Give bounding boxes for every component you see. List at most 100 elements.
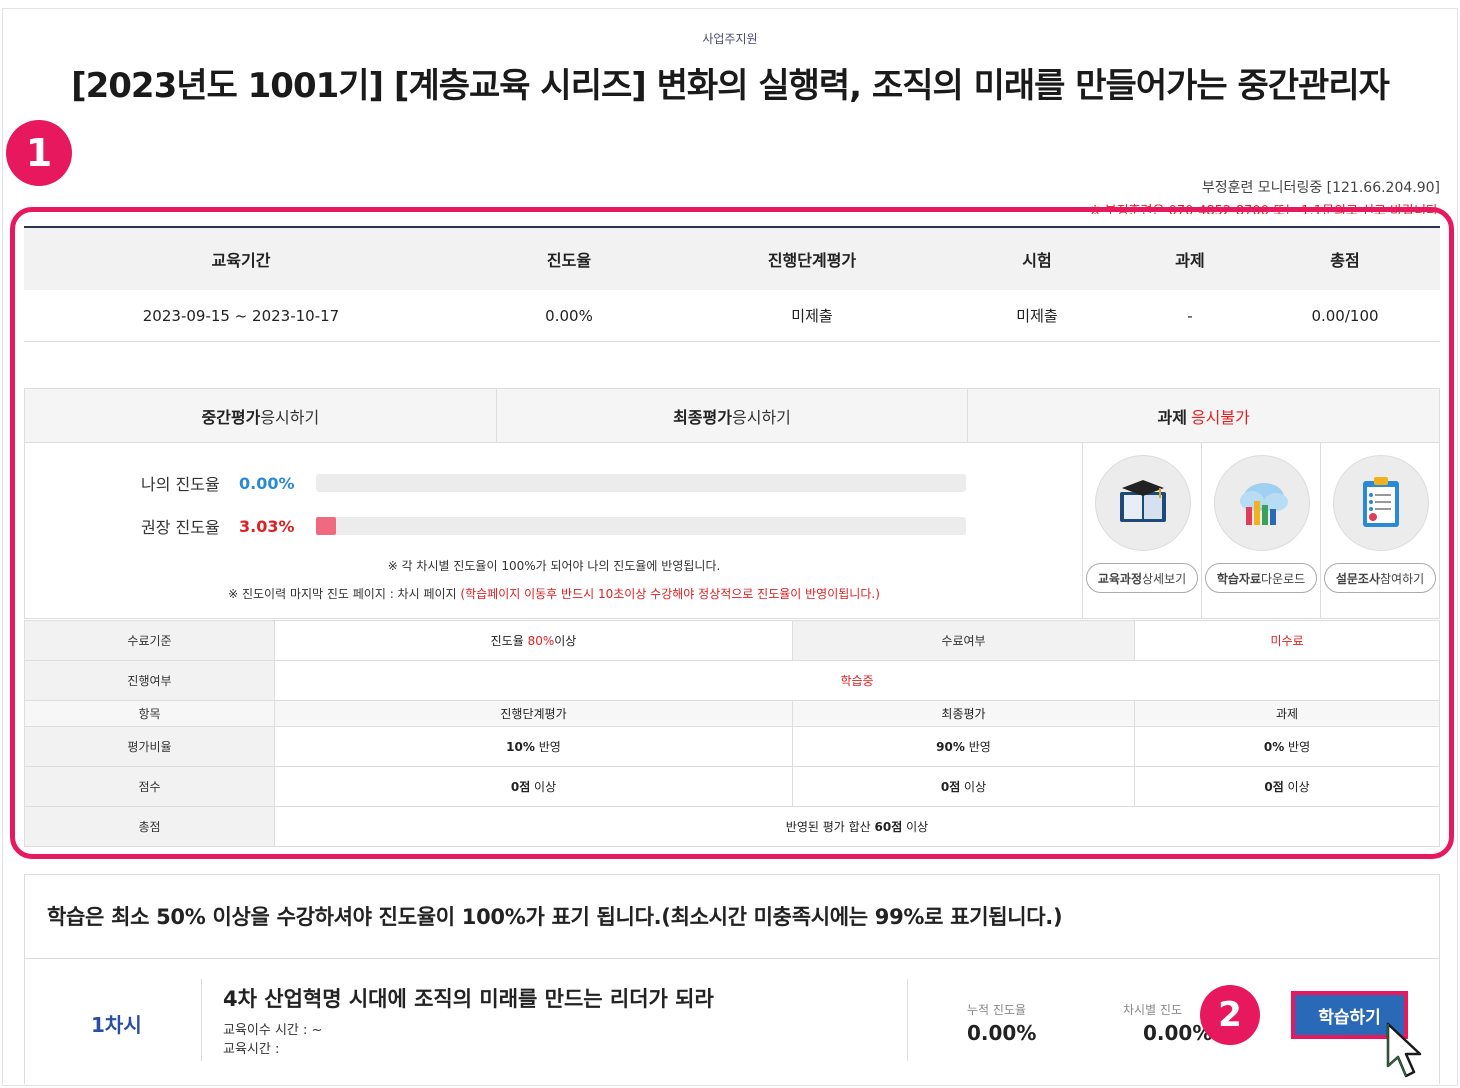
material-download-button[interactable]: 학습자료 다운로드 bbox=[1205, 563, 1317, 593]
criteria-row-progress: 진행여부 학습중 bbox=[24, 660, 1440, 701]
completion-criteria-table: 수료기준 진도율 80%이상 수료여부 미수료 진행여부 학습중 항목 진행단계… bbox=[24, 620, 1440, 847]
assignment-label: 과제 bbox=[1157, 407, 1187, 427]
recommended-progress-label: 권장 진도율 bbox=[141, 518, 220, 537]
cumulative-progress-value: 0.00% bbox=[967, 1021, 1037, 1045]
score-final-eval-suffix: 이상 bbox=[960, 780, 987, 794]
course-detail-button[interactable]: 교육과정 상세보기 bbox=[1086, 563, 1198, 593]
resource-material-download: 학습자료 다운로드 bbox=[1201, 443, 1320, 618]
book-icon[interactable] bbox=[1095, 455, 1191, 551]
items-label: 항목 bbox=[24, 700, 275, 727]
ratio-stage-eval-suffix: 반영 bbox=[534, 740, 561, 754]
score-stage-eval: 0점 이상 bbox=[274, 766, 793, 807]
summary-stage-eval: 미제출 bbox=[791, 307, 833, 325]
final-eval-label: 최종평가 bbox=[673, 407, 732, 427]
material-download-label: 학습자료 bbox=[1216, 571, 1261, 586]
lesson-divider-right bbox=[907, 979, 908, 1061]
item-assignment: 과제 bbox=[1134, 700, 1440, 727]
item-stage-eval: 진행단계평가 bbox=[274, 700, 793, 727]
completion-status-value: 미수료 bbox=[1134, 620, 1440, 661]
total-prefix: 반영된 평가 합산 bbox=[785, 820, 875, 834]
cumulative-progress-label: 누적 진도율 bbox=[967, 1003, 1027, 1017]
my-progress-bar bbox=[316, 474, 966, 492]
lesson-meta: 교육이수 시간 : ~ 교육시간 : bbox=[223, 1021, 322, 1059]
ratio-final-eval: 90% 반영 bbox=[792, 726, 1135, 767]
lesson-title: 4차 산업혁명 시대에 조직의 미래를 만드는 리더가 되라 bbox=[223, 987, 714, 1011]
criteria-row-ratios: 평가비율 10% 반영 90% 반영 0% 반영 bbox=[24, 726, 1440, 767]
ratio-stage-eval-value: 10% bbox=[506, 740, 535, 754]
fraud-report-notice: ※ 부정훈련은 070-4852-8700 또는 1:1문의로 신고 바랍니다 bbox=[1089, 204, 1438, 214]
course-detail-label: 교육과정 bbox=[1097, 571, 1142, 586]
lesson-progress-label: 차시별 진도 bbox=[1123, 1003, 1183, 1017]
completion-criteria-suffix: 이상 bbox=[554, 634, 577, 648]
recommended-progress-row: 권장 진도율 3.03% bbox=[25, 514, 1083, 538]
score-stage-eval-suffix: 이상 bbox=[530, 780, 557, 794]
lesson-edu-time: 교육시간 : bbox=[223, 1042, 280, 1057]
resource-survey: 설문조사 참여하기 bbox=[1320, 443, 1439, 618]
cloud-download-icon[interactable] bbox=[1214, 455, 1310, 551]
criteria-row-scores: 점수 0점 이상 0점 이상 0점 이상 bbox=[24, 766, 1440, 807]
progress-note-2-warning: (학습페이지 이동후 반드시 10초이상 수강해야 정상적으로 진도율이 반영이… bbox=[460, 587, 880, 601]
criteria-row-completion: 수료기준 진도율 80%이상 수료여부 미수료 bbox=[24, 620, 1440, 661]
score-final-eval: 0점 이상 bbox=[792, 766, 1135, 807]
summary-header-period: 교육기간 bbox=[211, 251, 271, 270]
lesson-number: 1차시 bbox=[91, 1013, 142, 1037]
progress-note-2: ※ 진도이력 마지막 진도 페이지 : 차시 페이지 (학습페이지 이동후 반드… bbox=[25, 585, 1083, 602]
clipboard-icon[interactable] bbox=[1333, 455, 1429, 551]
evaluation-tabs: 중간평가 응시하기 최종평가 응시하기 과제 응시불가 bbox=[24, 388, 1440, 443]
progress-notes: ※ 각 차시별 진도율이 100%가 되어야 나의 진도율에 반영됩니다. ※ … bbox=[25, 557, 1083, 613]
summary-progress: 0.00% bbox=[545, 306, 593, 325]
item-final-eval: 최종평가 bbox=[792, 700, 1135, 727]
total-value: 반영된 평가 합산 60점 이상 bbox=[274, 806, 1440, 847]
progress-note-2-prefix: ※ 진도이력 마지막 진도 페이지 : 차시 페이지 bbox=[228, 587, 457, 601]
criteria-row-total: 총점 반영된 평가 합산 60점 이상 bbox=[24, 806, 1440, 847]
ratio-stage-eval: 10% 반영 bbox=[274, 726, 793, 767]
assignment-button[interactable]: 과제 응시불가 bbox=[968, 389, 1439, 442]
my-progress-row: 나의 진도율 0.00% bbox=[25, 471, 1083, 495]
progress-note-1: ※ 각 차시별 진도율이 100%가 되어야 나의 진도율에 반영됩니다. bbox=[387, 559, 721, 573]
survey-button[interactable]: 설문조사 참여하기 bbox=[1324, 563, 1436, 593]
my-progress-label: 나의 진도율 bbox=[141, 475, 220, 494]
ratio-label: 평가비율 bbox=[24, 726, 275, 767]
ratio-assignment-suffix: 반영 bbox=[1284, 740, 1311, 754]
summary-header-exam: 시험 bbox=[1022, 251, 1052, 270]
mid-eval-label: 중간평가 bbox=[201, 407, 261, 427]
completion-status-label: 수료여부 bbox=[792, 620, 1135, 661]
progress-panel: 나의 진도율 0.00% 권장 진도율 3.03% ※ 각 차시별 진도율이 1… bbox=[24, 443, 1082, 619]
summary-value-row: 2023-09-15 ~ 2023-10-17 0.00% 미제출 미제출 - … bbox=[24, 290, 1440, 342]
resource-panel: 교육과정 상세보기 학습자료 다운로드 설문조사 참여하기 bbox=[1082, 443, 1440, 619]
lesson-list: 학습은 최소 50% 이상을 수강하셔야 진도율이 100%가 표기 됩니다.(… bbox=[24, 874, 1440, 1084]
score-assignment-value: 0점 bbox=[1264, 780, 1284, 794]
step-badge-2: 2 bbox=[1200, 985, 1260, 1045]
total-label: 총점 bbox=[24, 806, 275, 847]
ratio-final-eval-value: 90% bbox=[936, 740, 965, 754]
mid-eval-action: 응시하기 bbox=[260, 407, 320, 427]
total-suffix: 이상 bbox=[902, 820, 929, 834]
mid-eval-button[interactable]: 중간평가 응시하기 bbox=[25, 389, 497, 442]
completion-criteria-label: 수료기준 bbox=[24, 620, 275, 661]
survey-action: 참여하기 bbox=[1380, 571, 1425, 586]
monitoring-notice: 부정훈련 모니터링중 [121.66.204.90] bbox=[1201, 180, 1440, 196]
summary-exam: 미제출 bbox=[1016, 307, 1058, 325]
step-badge-1: 1 bbox=[6, 120, 72, 186]
mouse-cursor-icon bbox=[1386, 1022, 1422, 1078]
summary-header-progress: 진도율 bbox=[546, 251, 592, 270]
course-title: [2023년도 1001기] [계층교육 시리즈] 변화의 실행력, 조직의 미… bbox=[71, 66, 1390, 106]
lesson-divider bbox=[25, 958, 1439, 959]
summary-period: 2023-09-15 ~ 2023-10-17 bbox=[142, 306, 340, 325]
lesson-notice: 학습은 최소 50% 이상을 수강하셔야 진도율이 100%가 표기 됩니다.(… bbox=[47, 905, 1063, 929]
progress-status-label: 진행여부 bbox=[24, 660, 275, 701]
support-tag: 사업주지원 bbox=[702, 32, 758, 46]
course-summary-table: 교육기간 진도율 진행단계평가 시험 과제 총점 2023-09-15 ~ 20… bbox=[24, 226, 1440, 342]
completion-criteria-percent: 80% bbox=[527, 634, 555, 648]
score-assignment: 0점 이상 bbox=[1134, 766, 1440, 807]
ratio-assignment-value: 0% bbox=[1263, 740, 1285, 754]
summary-header-stage-eval: 진행단계평가 bbox=[767, 251, 857, 270]
lesson-study-time: 교육이수 시간 : ~ bbox=[223, 1023, 323, 1038]
summary-total: 0.00/100 bbox=[1311, 306, 1379, 325]
score-assignment-suffix: 이상 bbox=[1283, 780, 1310, 794]
final-eval-action: 응시하기 bbox=[732, 407, 791, 427]
recommended-progress-value: 3.03% bbox=[239, 516, 295, 536]
assignment-status: 응시불가 bbox=[1190, 407, 1250, 427]
lesson-divider-left bbox=[201, 979, 202, 1061]
final-eval-button[interactable]: 최종평가 응시하기 bbox=[497, 389, 969, 442]
